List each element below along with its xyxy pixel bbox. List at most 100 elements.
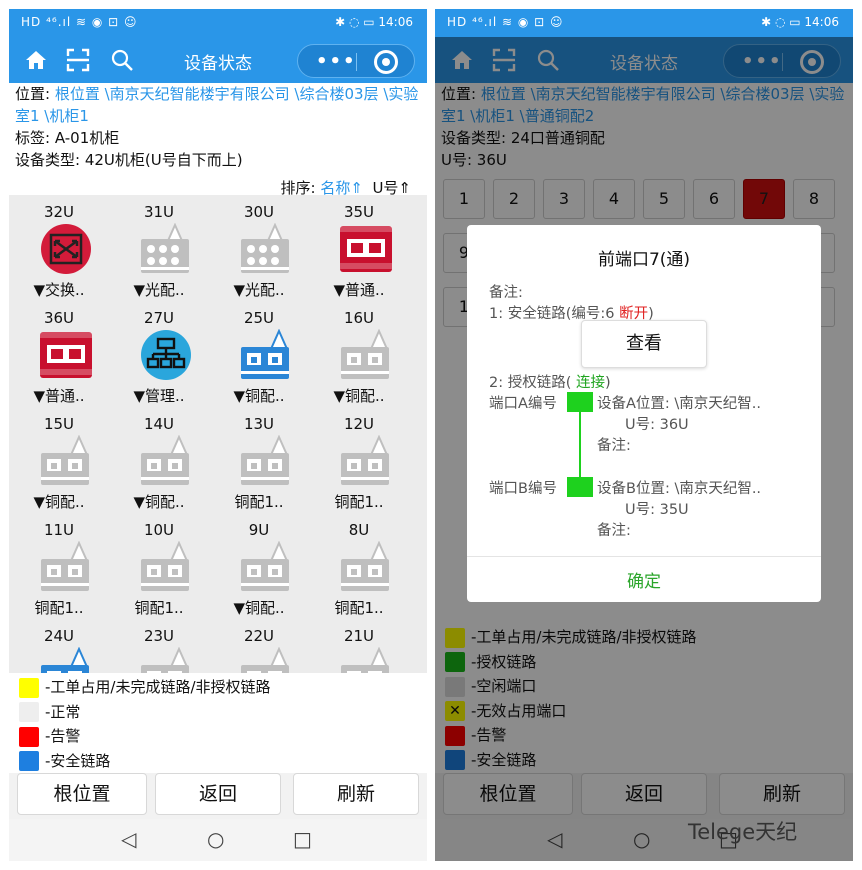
port-button[interactable]: 5	[643, 179, 685, 219]
copper-patch-icon[interactable]	[339, 328, 393, 381]
device-cell[interactable]: 23U	[109, 623, 209, 673]
device-cell[interactable]: 31U ▼光配..	[109, 199, 209, 305]
device-cell[interactable]: 8U 铜配1..	[309, 517, 409, 623]
fiber-patch-icon[interactable]	[139, 222, 193, 275]
copper-patch-icon[interactable]	[39, 434, 93, 487]
legend-text: -告警	[471, 726, 507, 744]
bottom-actions: 根位置 返回 刷新	[435, 773, 853, 819]
port-button[interactable]: 2	[493, 179, 535, 219]
close-target-icon[interactable]	[800, 50, 824, 74]
sys-recent-icon[interactable]: □	[293, 827, 312, 851]
legend-text: -授权链路	[471, 652, 537, 671]
root-location-button[interactable]: 根位置	[17, 773, 147, 815]
device-cell[interactable]: 12U 铜配1..	[309, 411, 409, 517]
device-cell[interactable]: 11U 铜配1..	[9, 517, 109, 623]
sys-back-icon[interactable]: ◁	[121, 827, 136, 851]
port-button[interactable]: 7	[743, 179, 785, 219]
port-button[interactable]: 6	[693, 179, 735, 219]
u-position: 22U	[243, 627, 275, 645]
device-cell[interactable]: 24U	[9, 623, 109, 673]
device-b-u: U号: 35U	[625, 502, 689, 518]
location-path[interactable]: 根位置 \南京天纪智能楼宇有限公司 \综合楼03层 \实验室1 \机柜1	[15, 85, 418, 125]
device-cell[interactable]: 22U	[209, 623, 309, 673]
root-location-button[interactable]: 根位置	[443, 773, 573, 815]
port-button[interactable]: 3	[543, 179, 585, 219]
fiber-patch-icon[interactable]	[239, 222, 293, 275]
management-icon[interactable]	[139, 329, 193, 381]
device-cell[interactable]: 16U ▼铜配..	[309, 305, 409, 411]
device-cell[interactable]: 21U	[309, 623, 409, 673]
copper-patch-secure-icon[interactable]	[39, 646, 93, 673]
device-cell[interactable]: 36U ▼普通..	[9, 305, 109, 411]
device-cell[interactable]: 10U 铜配1..	[109, 517, 209, 623]
more-icon[interactable]: •••	[316, 51, 357, 72]
sys-back-icon[interactable]: ◁	[547, 827, 562, 851]
device-cell[interactable]: 14U ▼铜配..	[109, 411, 209, 517]
copper-patch-icon[interactable]	[239, 540, 293, 593]
device-label: ▼铜配..	[233, 599, 285, 617]
device-b-location: 设备B位置: \南京天纪智..	[597, 481, 762, 497]
legend-swatch	[19, 677, 39, 698]
legend-swatch	[19, 702, 39, 722]
copper-patch-icon[interactable]	[39, 540, 93, 593]
copper-patch-icon[interactable]	[339, 540, 393, 593]
legend-item: -空闲端口	[445, 674, 697, 699]
right-screen: HD ⁴⁶.ıl ≋ ◉ ⊡ ☺ ✱ ◌ ▭ 14:06 设备状态 ••• 位置…	[435, 9, 853, 861]
location-label: 位置:	[441, 85, 477, 103]
copper-patch-secure-icon[interactable]	[239, 328, 293, 381]
device-cell[interactable]: 32U ▼交换..	[9, 199, 109, 305]
legend-text: -无效占用端口	[471, 701, 567, 720]
more-icon[interactable]: •••	[742, 51, 783, 72]
device-a-remark: 备注:	[597, 438, 631, 454]
back-button[interactable]: 返回	[155, 773, 281, 815]
device-cell[interactable]: 27U ▼管理..	[109, 305, 209, 411]
legend: -工单占用/未完成链路/非授权链路 -授权链路 -空闲端口 ✕ -无效占用端口 -告警 -安…	[445, 625, 697, 772]
device-cell[interactable]: 9U ▼铜配..	[209, 517, 309, 623]
back-button[interactable]: 返回	[581, 773, 707, 815]
device-info: 位置: 根位置 \南京天纪智能楼宇有限公司 \综合楼03层 \实验室1 \机柜1…	[441, 83, 845, 171]
port-button[interactable]: 8	[793, 179, 835, 219]
mini-program-capsule[interactable]: •••	[723, 44, 841, 78]
port-button[interactable]: 1	[443, 179, 485, 219]
copper-patch-icon[interactable]	[139, 434, 193, 487]
device-cell[interactable]: 30U ▼光配..	[209, 199, 309, 305]
copper-patch-icon[interactable]	[239, 646, 293, 673]
watermark-text: Telege天纪	[688, 820, 798, 844]
sys-home-icon[interactable]: ○	[207, 827, 224, 851]
copper-patch-icon[interactable]	[239, 434, 293, 487]
device-label: ▼光配..	[133, 281, 185, 299]
location-path[interactable]: 根位置 \南京天纪智能楼宇有限公司 \综合楼03层 \实验室1 \机柜1 \普通…	[441, 85, 844, 125]
legend-swatch	[445, 627, 465, 648]
u-position: 15U	[43, 415, 75, 433]
u-position: 27U	[143, 309, 175, 327]
refresh-button[interactable]: 刷新	[293, 773, 419, 815]
u-position: 30U	[243, 203, 275, 221]
invalid-mark-icon: ✕	[449, 703, 461, 719]
close-target-icon[interactable]	[374, 50, 398, 74]
patch-panel-alarm-icon[interactable]	[39, 329, 93, 381]
device-label: ▼铜配..	[233, 387, 285, 405]
refresh-button[interactable]: 刷新	[719, 773, 845, 815]
u-position: 8U	[348, 521, 370, 539]
u-position: 36U	[43, 309, 75, 327]
device-cell[interactable]: 25U ▼铜配..	[209, 305, 309, 411]
port-a-marker	[567, 392, 593, 412]
device-cell[interactable]: 15U ▼铜配..	[9, 411, 109, 517]
patch-panel-alarm-icon[interactable]	[339, 223, 393, 275]
copper-patch-icon[interactable]	[339, 434, 393, 487]
port-button[interactable]: 4	[593, 179, 635, 219]
confirm-button[interactable]: 确定	[467, 567, 821, 592]
switch-icon[interactable]	[39, 223, 93, 275]
legend-swatch	[19, 751, 39, 771]
u-position: 9U	[248, 521, 270, 539]
mini-program-capsule[interactable]: •••	[297, 44, 415, 78]
device-cell[interactable]: 13U 铜配1..	[209, 411, 309, 517]
sys-home-icon[interactable]: ○	[633, 827, 650, 851]
legend-item: ✕ -无效占用端口	[445, 699, 697, 724]
view-button[interactable]: 查看	[581, 320, 707, 368]
nav-bar: 设备状态 •••	[9, 37, 427, 83]
copper-patch-icon[interactable]	[139, 646, 193, 673]
copper-patch-icon[interactable]	[139, 540, 193, 593]
device-cell[interactable]: 35U ▼普通..	[309, 199, 409, 305]
copper-patch-icon[interactable]	[339, 646, 393, 673]
